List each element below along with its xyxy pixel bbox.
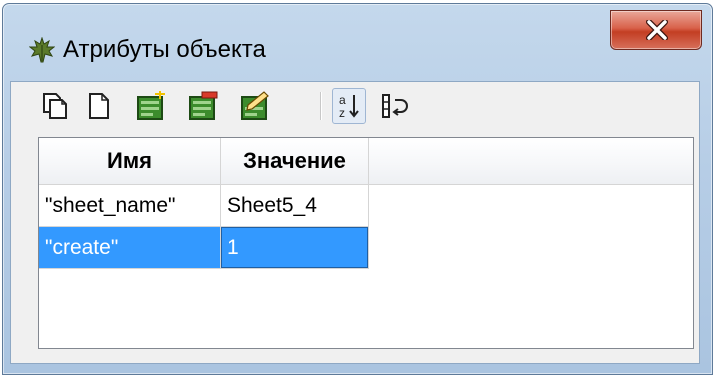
toolbar: a z xyxy=(38,88,458,128)
restore-order-button[interactable] xyxy=(378,88,412,124)
attribute-name-cell[interactable]: "create" xyxy=(39,227,221,269)
toolbar-separator xyxy=(320,92,321,120)
sort-az-button[interactable]: a z xyxy=(332,88,366,124)
sort-az-icon: a z xyxy=(339,93,359,120)
add-attribute-button[interactable] xyxy=(134,88,168,124)
maple-leaf-icon xyxy=(29,37,55,63)
attribute-value-cell[interactable]: 1 xyxy=(221,227,369,269)
new-document-button[interactable] xyxy=(82,88,116,124)
restore-order-icon xyxy=(382,94,408,118)
copy-button[interactable] xyxy=(38,88,72,124)
svg-text:a: a xyxy=(339,93,346,107)
edit-attribute-button[interactable] xyxy=(238,88,272,124)
edit-attribute-icon xyxy=(241,91,269,120)
column-header-value[interactable]: Значение xyxy=(221,138,369,185)
attribute-value-cell[interactable]: Sheet5_4 xyxy=(221,185,369,227)
svg-text:z: z xyxy=(339,106,345,120)
add-attribute-icon xyxy=(137,91,165,120)
title-bar[interactable]: Атрибуты объекта xyxy=(3,4,712,84)
close-button[interactable] xyxy=(610,10,702,50)
attribute-name-cell[interactable]: "sheet_name" xyxy=(39,185,221,227)
close-icon xyxy=(646,20,668,40)
attributes-grid[interactable]: Имя Значение "sheet_name" Sheet5_4 "crea… xyxy=(38,137,694,349)
delete-attribute-icon xyxy=(189,91,218,120)
column-header-name[interactable]: Имя xyxy=(39,138,221,185)
window-title: Атрибуты объекта xyxy=(63,36,266,63)
copy-icon xyxy=(43,93,67,119)
column-header-filler xyxy=(369,138,693,185)
new-document-icon xyxy=(89,93,109,119)
delete-attribute-button[interactable] xyxy=(186,88,220,124)
